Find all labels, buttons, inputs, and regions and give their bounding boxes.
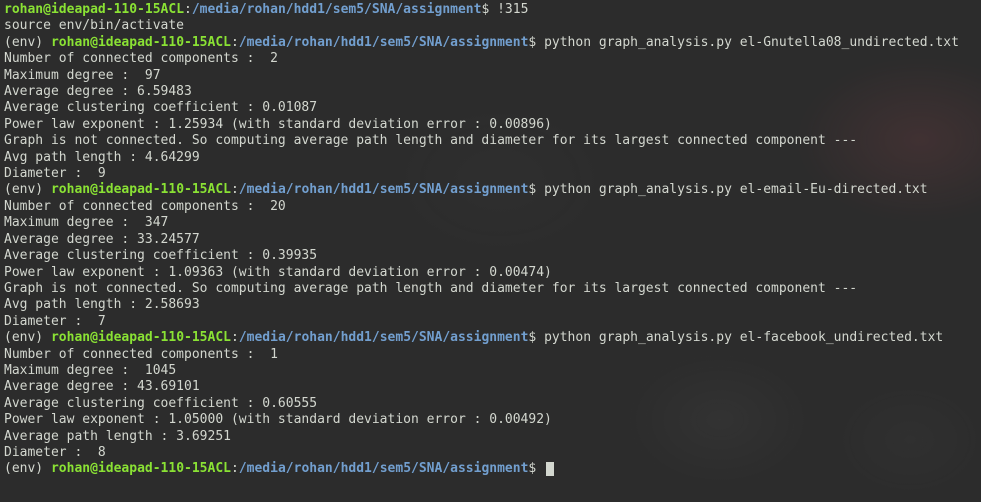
output-text: source env/bin/activate [4,18,184,33]
terminal-line: Diameter : 9 [4,166,977,182]
env-prefix: (env) [4,35,51,50]
command-text: python graph_analysis.py el-facebook_und… [536,330,943,345]
terminal-line: Graph is not connected. So computing ave… [4,133,977,149]
terminal-output[interactable]: rohan@ideapad-110-15ACL:/media/rohan/hdd… [0,0,981,480]
prompt-path: /media/rohan/hdd1/sem5/SNA/assignment [239,330,529,345]
terminal-line: Power law exponent : 1.25934 (with stand… [4,117,977,133]
output-text: Average clustering coefficient : 0.39935 [4,248,317,263]
prompt-host: ideapad-110-15ACL [51,2,184,17]
prompt-user: rohan [51,461,90,476]
output-text: Average clustering coefficient : 0.01087 [4,100,317,115]
terminal-line: rohan@ideapad-110-15ACL:/media/rohan/hdd… [4,2,977,18]
prompt-at: @ [90,182,98,197]
output-text: Average clustering coefficient : 0.60555 [4,396,317,411]
prompt-colon: : [231,330,239,345]
prompt-path: /media/rohan/hdd1/sem5/SNA/assignment [239,461,529,476]
prompt-user: rohan [4,2,43,17]
prompt-path: /media/rohan/hdd1/sem5/SNA/assignment [239,182,529,197]
output-text: Power law exponent : 1.05000 (with stand… [4,412,552,427]
terminal-line: Maximum degree : 347 [4,215,977,231]
cursor[interactable] [546,462,554,476]
terminal-line: (env) rohan@ideapad-110-15ACL:/media/roh… [4,35,977,51]
prompt-at: @ [90,35,98,50]
command-text [536,461,544,476]
terminal-line: Maximum degree : 97 [4,68,977,84]
terminal-line: Avg path length : 4.64299 [4,150,977,166]
output-text: Average degree : 43.69101 [4,379,200,394]
terminal-line: source env/bin/activate [4,18,977,34]
output-text: Number of connected components : 2 [4,51,278,66]
prompt-user: rohan [51,330,90,345]
command-text: python graph_analysis.py el-Gnutella08_u… [536,35,959,50]
terminal-line: (env) rohan@ideapad-110-15ACL:/media/roh… [4,330,977,346]
output-text: Power law exponent : 1.25934 (with stand… [4,117,552,132]
prompt-user: rohan [51,35,90,50]
output-text: Average path length : 3.69251 [4,429,231,444]
terminal-line: Average degree : 43.69101 [4,379,977,395]
env-prefix: (env) [4,182,51,197]
prompt-host: ideapad-110-15ACL [98,461,231,476]
output-text: Graph is not connected. So computing ave… [4,133,857,148]
terminal-line: (env) rohan@ideapad-110-15ACL:/media/roh… [4,182,977,198]
output-text: Avg path length : 2.58693 [4,297,200,312]
prompt-at: @ [90,461,98,476]
terminal-line: Graph is not connected. So computing ave… [4,281,977,297]
terminal-line: Diameter : 7 [4,314,977,330]
output-text: Avg path length : 4.64299 [4,150,200,165]
env-prefix: (env) [4,461,51,476]
prompt-at: @ [43,2,51,17]
terminal-line: Diameter : 8 [4,445,977,461]
terminal-line: Power law exponent : 1.09363 (with stand… [4,265,977,281]
command-text: !315 [489,2,528,17]
terminal-line: (env) rohan@ideapad-110-15ACL:/media/roh… [4,461,977,477]
output-text: Average degree : 6.59483 [4,84,192,99]
terminal-line: Average degree : 6.59483 [4,84,977,100]
command-text: python graph_analysis.py el-email-Eu-dir… [536,182,927,197]
output-text: Number of connected components : 1 [4,347,278,362]
prompt-host: ideapad-110-15ACL [98,330,231,345]
prompt-at: @ [90,330,98,345]
terminal-line: Average clustering coefficient : 0.01087 [4,100,977,116]
prompt-path: /media/rohan/hdd1/sem5/SNA/assignment [239,35,529,50]
prompt-colon: : [231,182,239,197]
prompt-path: /media/rohan/hdd1/sem5/SNA/assignment [192,2,482,17]
prompt-host: ideapad-110-15ACL [98,35,231,50]
terminal-line: Number of connected components : 2 [4,51,977,67]
output-text: Average degree : 33.24577 [4,232,200,247]
terminal-line: Average clustering coefficient : 0.39935 [4,248,977,264]
terminal-line: Power law exponent : 1.05000 (with stand… [4,412,977,428]
output-text: Graph is not connected. So computing ave… [4,281,857,296]
prompt-user: rohan [51,182,90,197]
terminal-line: Maximum degree : 1045 [4,363,977,379]
output-text: Power law exponent : 1.09363 (with stand… [4,265,552,280]
prompt-host: ideapad-110-15ACL [98,182,231,197]
terminal-line: Average path length : 3.69251 [4,429,977,445]
terminal-line: Number of connected components : 20 [4,199,977,215]
terminal-line: Number of connected components : 1 [4,347,977,363]
prompt-colon: : [231,35,239,50]
output-text: Maximum degree : 347 [4,215,168,230]
prompt-colon: : [231,461,239,476]
env-prefix: (env) [4,330,51,345]
terminal-line: Average clustering coefficient : 0.60555 [4,396,977,412]
output-text: Maximum degree : 97 [4,68,161,83]
terminal-line: Avg path length : 2.58693 [4,297,977,313]
output-text: Diameter : 8 [4,445,106,460]
output-text: Diameter : 7 [4,314,106,329]
output-text: Diameter : 9 [4,166,106,181]
prompt-colon: : [184,2,192,17]
output-text: Number of connected components : 20 [4,199,286,214]
output-text: Maximum degree : 1045 [4,363,176,378]
terminal-line: Average degree : 33.24577 [4,232,977,248]
